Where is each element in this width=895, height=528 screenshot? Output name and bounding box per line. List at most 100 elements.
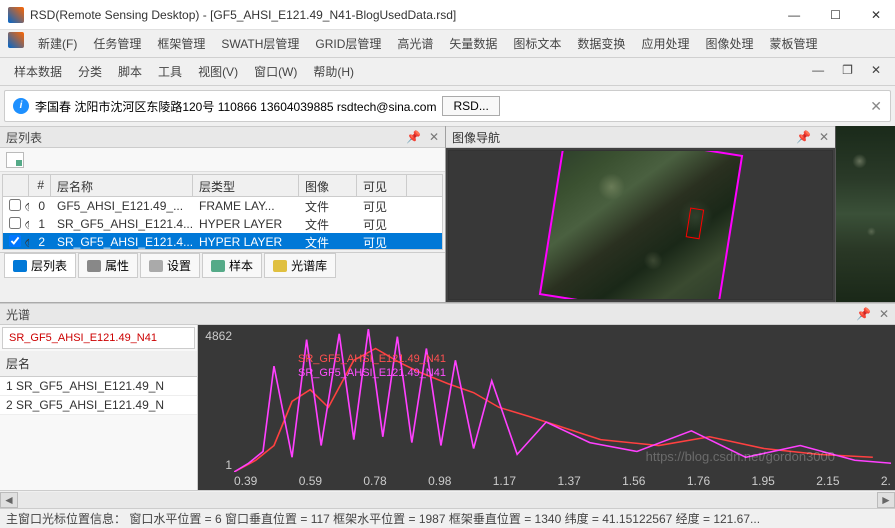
layer-toolstrip xyxy=(0,148,445,172)
row-checkbox[interactable] xyxy=(9,217,21,229)
roi-rectangle[interactable] xyxy=(685,208,704,240)
menu-script[interactable]: 脚本 xyxy=(112,60,148,83)
pane-close-icon[interactable]: ✕ xyxy=(879,307,889,321)
pin-icon[interactable]: 📌 xyxy=(856,307,871,321)
spectrum-pane-header: 光谱 📌 ✕ xyxy=(0,303,895,325)
menubar-row2: 样本数据 分类 脚本 工具 视图(V) 窗口(W) 帮助(H) — ❐ ✕ xyxy=(0,58,895,86)
row-checkbox[interactable] xyxy=(9,235,21,247)
menu-text[interactable]: 图标文本 xyxy=(507,32,567,55)
menu-transform[interactable]: 数据变换 xyxy=(571,32,631,55)
xtick: 0.39 xyxy=(234,474,257,488)
menu-window[interactable]: 窗口(W) xyxy=(248,60,303,83)
spectrum-pane-title: 光谱 xyxy=(6,306,30,323)
main-canvas-strip[interactable] xyxy=(835,126,895,302)
col-type[interactable]: 层类型 xyxy=(193,175,299,196)
ytick: 1 xyxy=(225,458,232,472)
menu-hyperspectral[interactable]: 高光谱 xyxy=(391,32,439,55)
layername-header: 层名 xyxy=(0,351,197,377)
col-visible[interactable]: 可见 xyxy=(357,175,407,196)
xtick: 2. xyxy=(881,474,891,488)
menu-view[interactable]: 视图(V) xyxy=(192,60,244,83)
menu-classify[interactable]: 分类 xyxy=(72,60,108,83)
menu-image[interactable]: 图像处理 xyxy=(699,32,759,55)
table-row[interactable]: 👁 0 GF5_AHSI_E121.49_... FRAME LAY... 文件… xyxy=(3,197,442,215)
info-bar: i 李国春 沈阳市沈河区东陵路120号 110866 13604039885 r… xyxy=(4,90,891,122)
prop-icon xyxy=(87,260,101,272)
xtick: 1.56 xyxy=(622,474,645,488)
tab-samp[interactable]: 样本 xyxy=(202,253,262,278)
spectrum-chart[interactable]: 4862 1 SR_GF5_AHSI_E121.49_N41 SR_GF5_AH… xyxy=(198,325,895,490)
mdi-restore-icon[interactable]: ❐ xyxy=(836,60,859,83)
layer-pane-header: 层列表 📌 ✕ xyxy=(0,126,445,148)
tab-set[interactable]: 设置 xyxy=(140,253,200,278)
info-close-icon[interactable]: ✕ xyxy=(870,98,882,115)
spec-icon xyxy=(273,260,287,272)
window-title: RSD(Remote Sensing Desktop) - [GF5_AHSI_… xyxy=(30,8,782,22)
menu-sample[interactable]: 样本数据 xyxy=(8,60,68,83)
layer-table: # 层名称 层类型 图像 可见 👁 0 GF5_AHSI_E121.49_...… xyxy=(2,174,443,250)
menu-new[interactable]: 新建(F) xyxy=(32,32,83,55)
menu-task[interactable]: 任务管理 xyxy=(87,32,147,55)
close-button[interactable]: ✕ xyxy=(865,6,887,24)
scroll-right-icon[interactable]: ► xyxy=(877,492,895,508)
list-item[interactable]: 1 SR_GF5_AHSI_E121.49_N xyxy=(0,377,197,396)
status-text: 主窗口光标位置信息： 窗口水平位置 = 6 窗口垂直位置 = 117 框架水平位… xyxy=(6,510,760,527)
scroll-left-icon[interactable]: ◄ xyxy=(0,492,18,508)
info-text: 李国春 沈阳市沈河区东陵路120号 110866 13604039885 rsd… xyxy=(35,98,436,115)
table-row[interactable]: 👁 1 SR_GF5_AHSI_E121.4... HYPER LAYER 文件… xyxy=(3,215,442,233)
table-row[interactable]: 👁 2 SR_GF5_AHSI_E121.4... HYPER LAYER 文件… xyxy=(3,233,442,250)
pin-icon[interactable]: 📌 xyxy=(796,130,811,144)
menu-vector[interactable]: 矢量数据 xyxy=(443,32,503,55)
xtick: 1.17 xyxy=(493,474,516,488)
menubar-row1: 新建(F) 任务管理 框架管理 SWATH层管理 GRID层管理 高光谱 矢量数… xyxy=(0,30,895,58)
selected-layer-label[interactable]: SR_GF5_AHSI_E121.49_N41 xyxy=(2,327,195,349)
list-item[interactable]: 2 SR_GF5_AHSI_E121.49_N xyxy=(0,396,197,415)
titlebar: RSD(Remote Sensing Desktop) - [GF5_AHSI_… xyxy=(0,0,895,30)
satellite-thumbnail xyxy=(538,150,742,300)
row-checkbox[interactable] xyxy=(9,199,21,211)
xtick: 1.76 xyxy=(687,474,710,488)
scroll-track[interactable] xyxy=(18,492,877,508)
rsd-button[interactable]: RSD... xyxy=(442,96,499,116)
menu-swath[interactable]: SWATH层管理 xyxy=(215,32,305,55)
pin-icon[interactable]: 📌 xyxy=(406,130,421,144)
ytick: 4862 xyxy=(205,329,232,343)
menu-grid[interactable]: GRID层管理 xyxy=(309,32,387,55)
chart-legend-1: SR_GF5_AHSI_E121.49_N41 xyxy=(298,353,446,365)
bottom-tabs: 层列表属性设置样本光谱库 xyxy=(0,252,445,278)
col-index[interactable]: # xyxy=(29,175,51,196)
tab-list[interactable]: 层列表 xyxy=(4,253,76,278)
pane-close-icon[interactable]: ✕ xyxy=(429,130,439,144)
xtick: 0.98 xyxy=(428,474,451,488)
horizontal-scrollbar[interactable]: ◄ ► xyxy=(0,490,895,508)
copy-icon[interactable] xyxy=(6,152,24,168)
menu-app[interactable]: 应用处理 xyxy=(635,32,695,55)
maximize-button[interactable]: ☐ xyxy=(824,6,847,24)
mdi-close-icon[interactable]: ✕ xyxy=(865,60,887,83)
app-logo-icon xyxy=(8,7,24,23)
menu-tools[interactable]: 工具 xyxy=(152,60,188,83)
set-icon xyxy=(149,260,163,272)
list-icon xyxy=(13,260,27,272)
app-logo-icon xyxy=(8,32,24,48)
xtick: 1.37 xyxy=(557,474,580,488)
menu-help[interactable]: 帮助(H) xyxy=(307,60,360,83)
mdi-minimize-icon[interactable]: — xyxy=(806,60,830,83)
tab-prop[interactable]: 属性 xyxy=(78,253,138,278)
col-image[interactable]: 图像 xyxy=(299,175,357,196)
pane-close-icon[interactable]: ✕ xyxy=(819,130,829,144)
xtick: 0.59 xyxy=(299,474,322,488)
menu-frame[interactable]: 框架管理 xyxy=(151,32,211,55)
col-name[interactable]: 层名称 xyxy=(51,175,193,196)
layer-pane-title: 层列表 xyxy=(6,129,42,146)
status-bar: 主窗口光标位置信息： 窗口水平位置 = 6 窗口垂直位置 = 117 框架水平位… xyxy=(0,508,895,528)
nav-image[interactable] xyxy=(448,150,833,300)
minimize-button[interactable]: — xyxy=(782,6,806,24)
xtick: 1.95 xyxy=(752,474,775,488)
menu-mask[interactable]: 蒙板管理 xyxy=(763,32,823,55)
xtick: 2.15 xyxy=(816,474,839,488)
nav-pane-title: 图像导航 xyxy=(452,129,500,146)
xtick: 0.78 xyxy=(363,474,386,488)
nav-pane-header: 图像导航 📌 ✕ xyxy=(446,126,835,148)
tab-spec[interactable]: 光谱库 xyxy=(264,253,336,278)
